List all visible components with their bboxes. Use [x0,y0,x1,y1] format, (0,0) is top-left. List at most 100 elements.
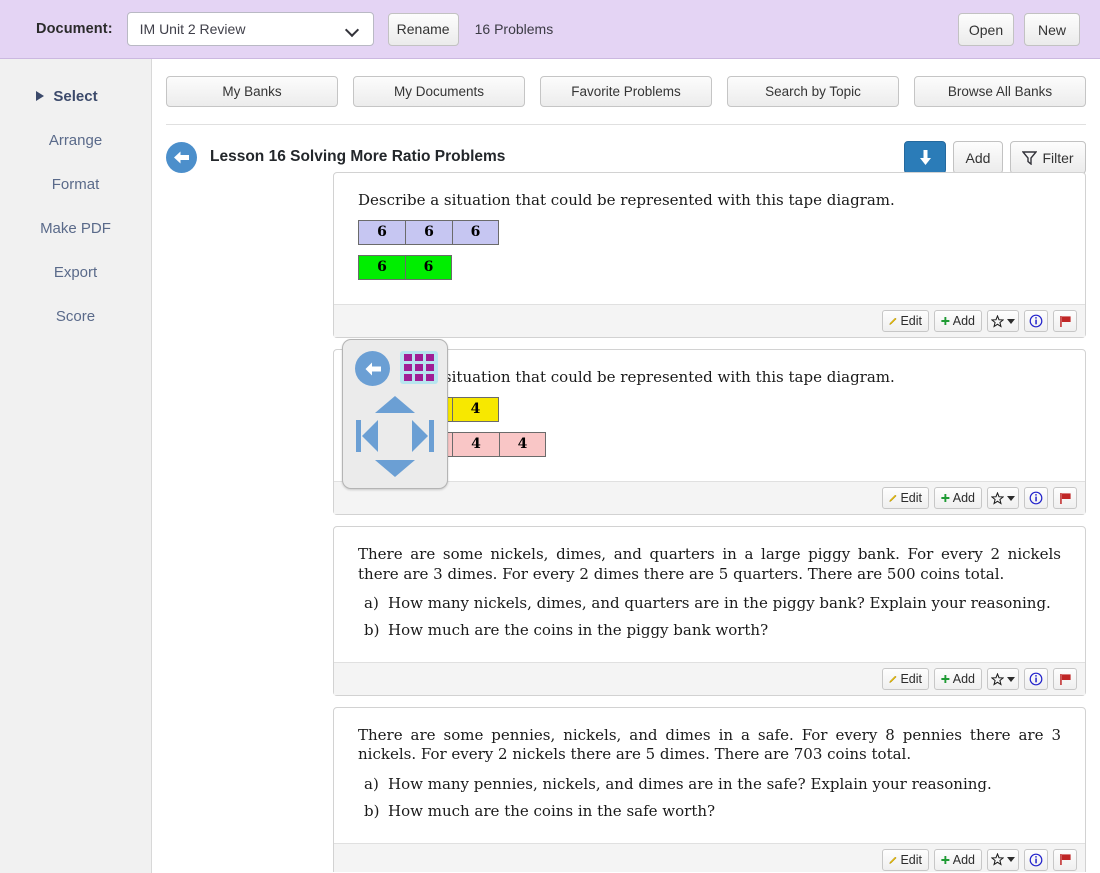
sidebar-item-make-pdf[interactable]: Make PDF [0,206,151,250]
filter-button[interactable]: Filter [1010,141,1086,174]
problem-part: a) How many nickels, dimes, and quarters … [358,594,1061,613]
part-text: How much are the coins in the piggy bank… [388,620,769,639]
add-problem-button[interactable]: Add [953,141,1003,174]
tape-cell: 4 [499,432,546,458]
info-icon [1029,491,1043,505]
grid-dot [404,354,412,361]
add-label: Add [952,314,975,329]
flag-button[interactable] [1053,668,1077,691]
edit-label: Edit [900,491,922,506]
problem-text: Describe a situation that could be repre… [358,368,895,387]
tab-search-by-topic[interactable]: Search by Topic [727,76,899,107]
document-label: Document: [36,21,113,37]
tab-bar: My Banks My Documents Favorite Problems … [166,76,1086,107]
chevron-down-icon [1007,857,1015,863]
edit-label: Edit [900,672,922,687]
add-button[interactable]: Add [934,487,982,510]
edit-button[interactable]: Edit [882,487,929,510]
skip-next-icon [412,420,434,452]
back-button[interactable] [166,141,197,173]
chevron-down-icon [1007,318,1015,324]
favorite-button[interactable] [987,848,1019,871]
sidebar-item-arrange[interactable]: Arrange [0,118,151,162]
filter-label: Filter [1042,149,1074,166]
add-button[interactable]: Add [934,848,982,871]
download-button[interactable] [904,141,946,174]
arrow-down-icon [919,149,931,165]
problem-part: b) How much are the coins in the piggy ba… [358,621,1061,640]
pencil-icon [889,856,897,864]
info-button[interactable] [1024,668,1048,691]
grid-dot [415,374,423,381]
document-select[interactable]: IM Unit 2 Review [126,12,374,46]
sidebar-item-export[interactable]: Export [0,250,151,294]
tape-cell: 6 [405,220,452,246]
flag-button[interactable] [1053,310,1077,333]
info-icon [1029,853,1043,867]
nav-first-button[interactable] [355,419,380,458]
new-button[interactable]: New [1024,13,1080,46]
problem-body: There are some nickels, dimes, and quart… [334,527,1085,662]
nav-down-button[interactable] [375,460,415,477]
tab-favorite-problems[interactable]: Favorite Problems [540,76,712,107]
info-button[interactable] [1024,310,1048,333]
nav-back-button[interactable] [355,351,390,386]
add-button[interactable]: Add [934,668,982,691]
sidebar-item-score[interactable]: Score [0,294,151,338]
skip-previous-icon [356,420,378,452]
star-icon [991,672,1004,686]
tape-cell: 4 [452,397,499,423]
favorite-button[interactable] [987,487,1019,510]
tab-my-documents[interactable]: My Documents [353,76,525,107]
favorite-button[interactable] [987,668,1019,691]
tape-diagram: 66666 [358,220,1061,281]
tape-row: 4444 [358,432,1061,458]
grid-dot [415,354,423,361]
open-button[interactable]: Open [958,13,1014,46]
part-text: How much are the coins in the safe worth… [388,801,716,820]
nav-last-button[interactable] [410,419,435,458]
sidebar-item-format[interactable]: Format [0,162,151,206]
nav-grid-button[interactable] [400,351,438,384]
problem-body: Describe a situation that could be repre… [334,173,1085,304]
add-button[interactable]: Add [934,310,982,333]
sidebar: Select Arrange Format Make PDF Export Sc… [0,59,152,873]
tab-my-banks[interactable]: My Banks [166,76,338,107]
info-button[interactable] [1024,848,1048,871]
tape-cell: 6 [452,220,499,246]
info-icon [1029,314,1043,328]
sidebar-item-label: Select [53,87,98,105]
document-select-value: IM Unit 2 Review [139,21,246,37]
edit-button[interactable]: Edit [882,310,929,333]
grid-dot [415,364,423,371]
page-title: Lesson 16 Solving More Ratio Problems [210,148,506,165]
sidebar-item-label: Score [55,307,96,325]
plus-icon [941,317,950,326]
flag-button[interactable] [1053,487,1077,510]
tape-cell: 6 [405,255,452,281]
problem-text: Describe a situation that could be repre… [358,191,895,209]
flag-icon [1059,315,1071,327]
grid-dot [426,364,434,371]
add-label: Add [952,491,975,506]
problem-card[interactable]: There are some pennies, nickels, and dim… [333,707,1086,872]
info-icon [1029,672,1043,686]
info-button[interactable] [1024,487,1048,510]
add-label: Add [952,852,975,867]
flag-icon [1059,492,1071,504]
favorite-button[interactable] [987,310,1019,333]
nav-up-button[interactable] [375,396,415,413]
flag-button[interactable] [1053,848,1077,871]
rename-button[interactable]: Rename [387,12,459,46]
part-text: How many pennies, nickels, and dimes are… [388,774,992,793]
tab-browse-all-banks[interactable]: Browse All Banks [914,76,1086,107]
problem-part: b) How much are the coins in the safe wor… [358,802,1061,821]
edit-button[interactable]: Edit [882,668,929,691]
edit-button[interactable]: Edit [882,848,929,871]
problem-card[interactable]: There are some nickels, dimes, and quart… [333,526,1086,697]
navigation-pad [342,339,448,489]
pencil-icon [889,317,897,326]
plus-icon [941,494,950,503]
problem-card[interactable]: Describe a situation that could be repre… [333,172,1086,339]
sidebar-item-select[interactable]: Select [0,74,151,118]
